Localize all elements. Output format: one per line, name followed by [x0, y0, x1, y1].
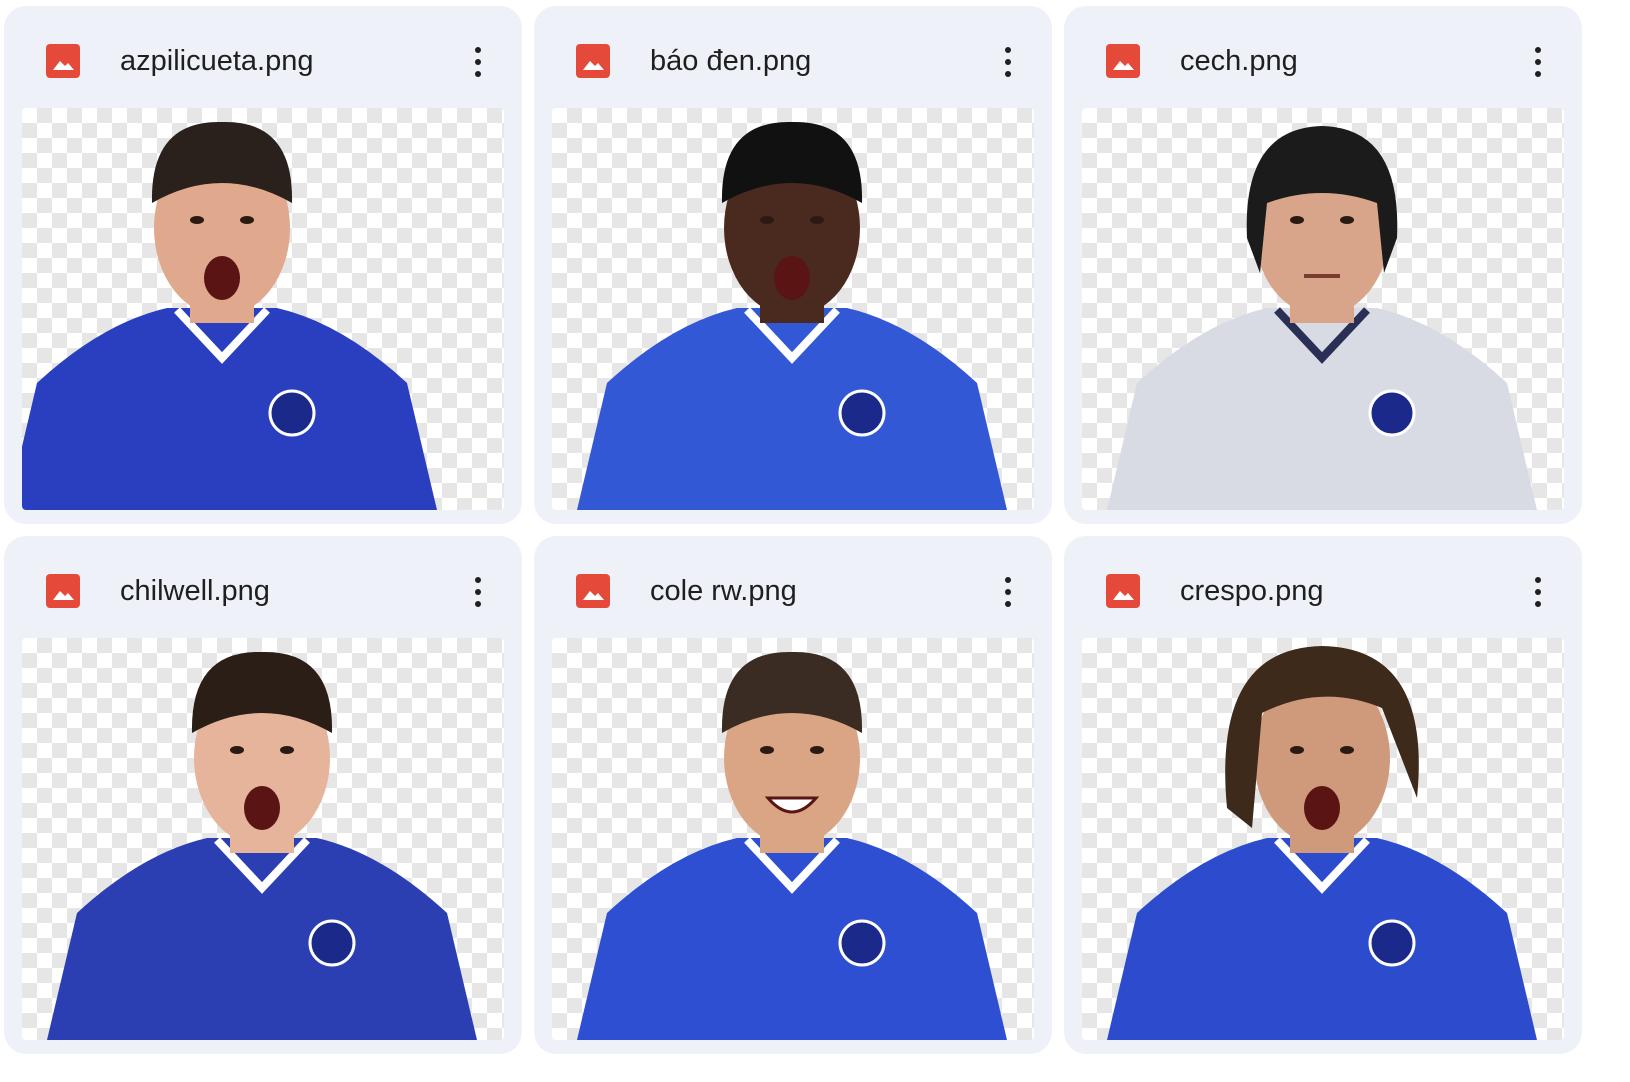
file-thumbnail[interactable]: [22, 108, 504, 510]
file-card-header: cech.png: [1064, 6, 1582, 106]
image-file-icon: [576, 44, 610, 78]
file-name: azpilicueta.png: [120, 45, 314, 77]
file-card-header: báo đen.png: [534, 6, 1052, 106]
file-card[interactable]: cole rw.png: [534, 536, 1052, 1054]
more-options-icon[interactable]: [456, 566, 500, 618]
file-name: báo đen.png: [650, 45, 812, 77]
file-thumbnail[interactable]: [552, 638, 1034, 1040]
file-card[interactable]: azpilicueta.png: [4, 6, 522, 524]
file-grid: azpilicueta.png báo đen.png cech.png chilwe…: [0, 0, 1630, 1082]
club-crest: [308, 919, 356, 967]
file-card-header: azpilicueta.png: [4, 6, 522, 106]
player-shirt: [22, 308, 437, 510]
player-shirt: [577, 308, 1007, 510]
file-card[interactable]: crespo.png: [1064, 536, 1582, 1054]
file-name: crespo.png: [1180, 575, 1324, 607]
player-photo: [1107, 126, 1537, 510]
player-photo: [1107, 646, 1537, 1040]
club-crest: [1368, 389, 1416, 437]
more-options-icon[interactable]: [456, 36, 500, 88]
file-card-header: crespo.png: [1064, 536, 1582, 636]
file-name: cech.png: [1180, 45, 1298, 77]
file-card-header: cole rw.png: [534, 536, 1052, 636]
file-name: chilwell.png: [120, 575, 270, 607]
file-thumbnail[interactable]: [1082, 638, 1564, 1040]
player-shirt: [577, 838, 1007, 1040]
image-file-icon: [1106, 574, 1140, 608]
player-photo: [22, 121, 437, 510]
player-photo: [577, 121, 1007, 510]
club-crest: [838, 389, 886, 437]
file-thumbnail[interactable]: [552, 108, 1034, 510]
file-name: cole rw.png: [650, 575, 797, 607]
player-shirt: [1107, 308, 1537, 510]
more-options-icon[interactable]: [1516, 566, 1560, 618]
player-photo: [47, 651, 477, 1040]
file-thumbnail[interactable]: [22, 638, 504, 1040]
file-card[interactable]: cech.png: [1064, 6, 1582, 524]
file-card[interactable]: chilwell.png: [4, 536, 522, 1054]
player-shirt: [47, 838, 477, 1040]
image-file-icon: [1106, 44, 1140, 78]
more-options-icon[interactable]: [986, 566, 1030, 618]
club-crest: [838, 919, 886, 967]
file-card[interactable]: báo đen.png: [534, 6, 1052, 524]
image-file-icon: [576, 574, 610, 608]
club-crest: [1368, 919, 1416, 967]
more-options-icon[interactable]: [1516, 36, 1560, 88]
club-crest: [268, 389, 316, 437]
file-card-header: chilwell.png: [4, 536, 522, 636]
image-file-icon: [46, 44, 80, 78]
more-options-icon[interactable]: [986, 36, 1030, 88]
image-file-icon: [46, 574, 80, 608]
file-thumbnail[interactable]: [1082, 108, 1564, 510]
player-shirt: [1107, 838, 1537, 1040]
player-photo: [577, 651, 1007, 1040]
